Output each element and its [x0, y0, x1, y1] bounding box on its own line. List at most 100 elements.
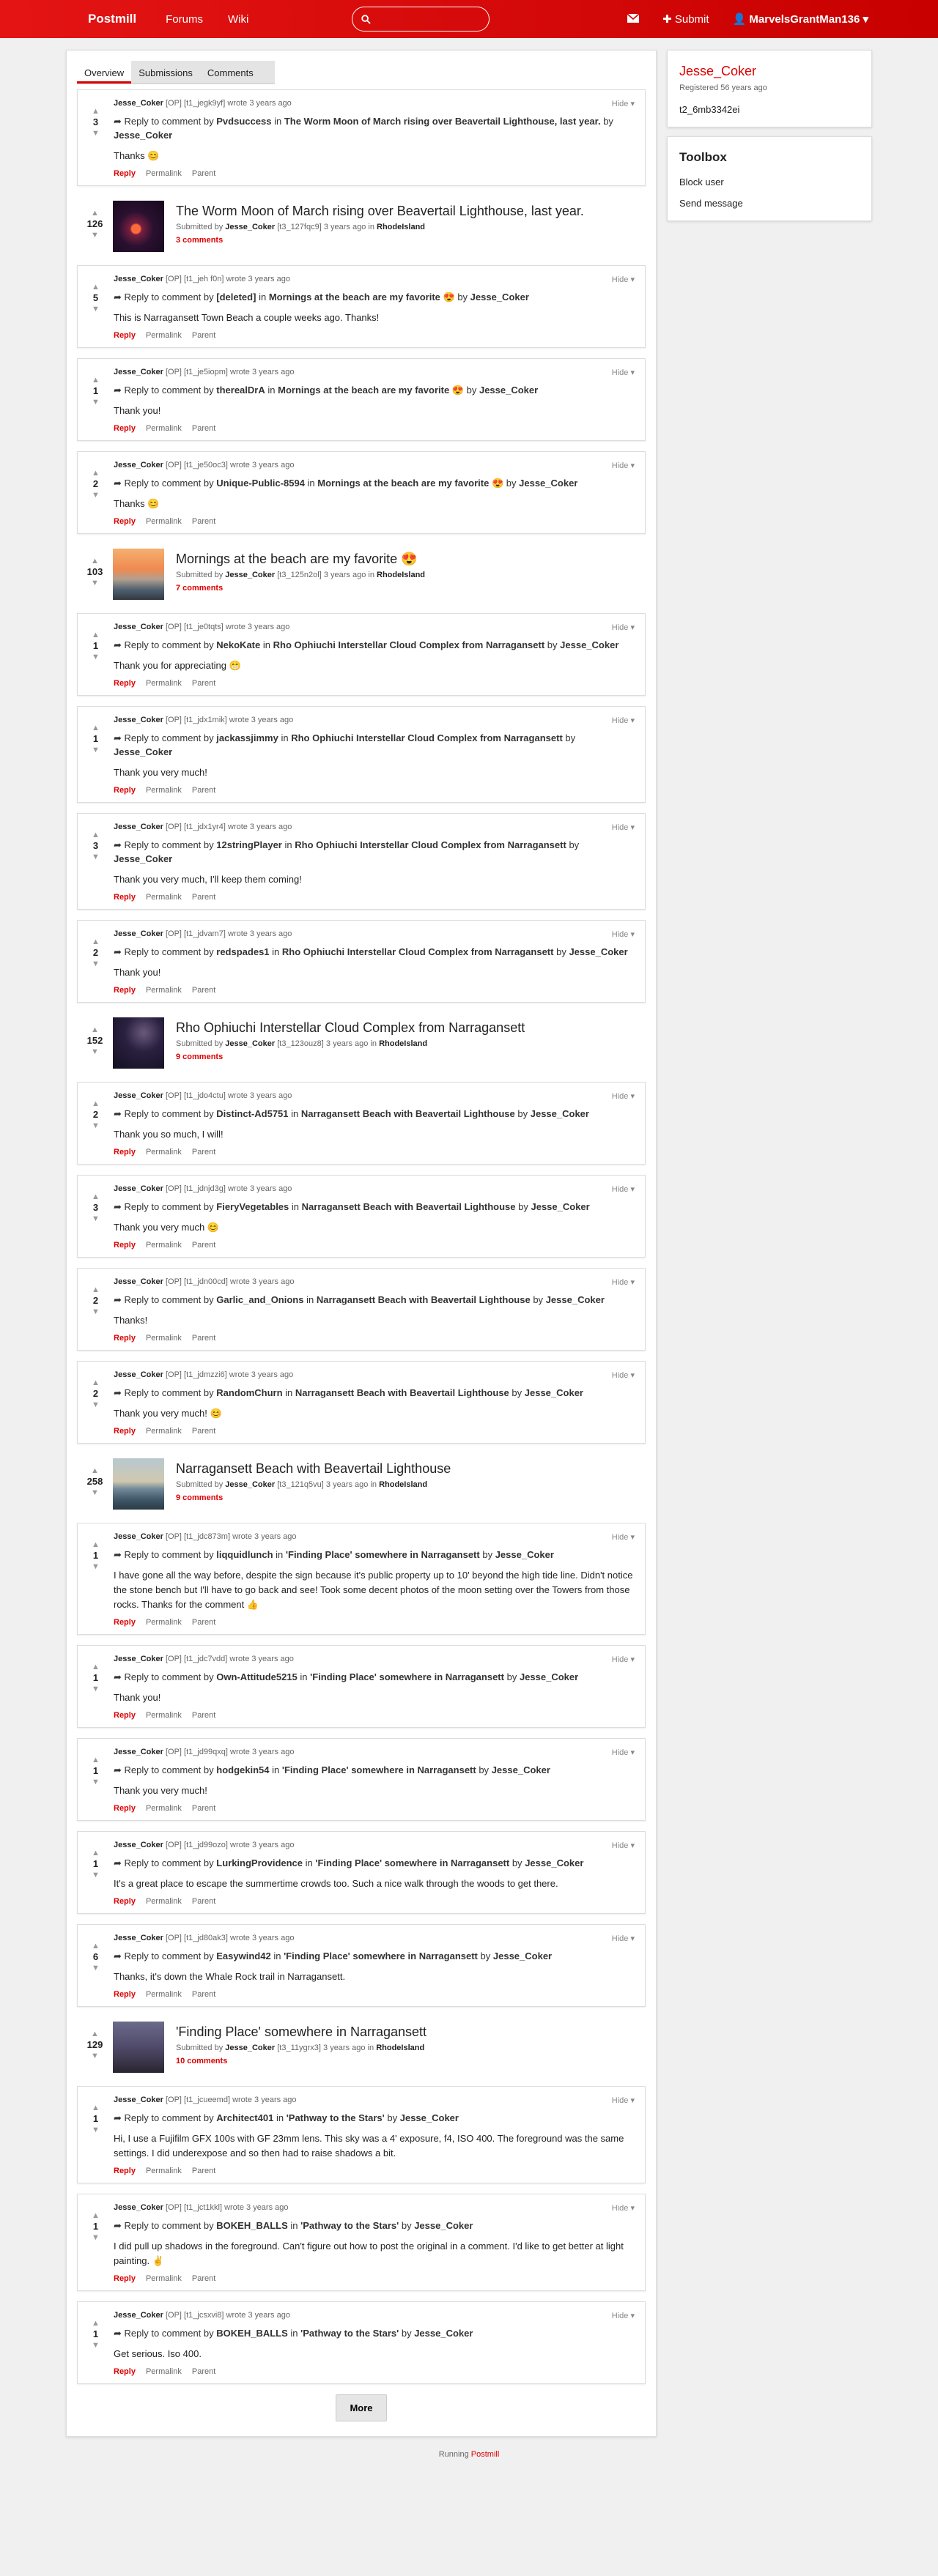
upvote-icon[interactable]: ▲ [92, 723, 100, 733]
comment-author[interactable]: Jesse_Coker [114, 1841, 163, 1849]
parent-link[interactable]: Parent [192, 679, 215, 688]
reply-button[interactable]: Reply [114, 1618, 136, 1627]
submission-author[interactable]: Jesse_Coker [225, 223, 275, 231]
upvote-icon[interactable]: ▲ [92, 1285, 100, 1295]
upvote-icon[interactable]: ▲ [91, 1466, 99, 1476]
parent-author[interactable]: redspades1 [216, 946, 269, 957]
permalink-link[interactable]: Permalink [146, 893, 182, 902]
upvote-icon[interactable]: ▲ [92, 1755, 100, 1765]
reply-button[interactable]: Reply [114, 679, 136, 688]
comment-author[interactable]: Jesse_Coker [114, 1655, 163, 1663]
submit-link[interactable]: ✚ Submit [662, 12, 709, 26]
hide-toggle[interactable]: Hide ▾ [612, 2096, 635, 2105]
downvote-icon[interactable]: ▼ [92, 652, 100, 662]
upvote-icon[interactable]: ▲ [92, 1662, 100, 1672]
post-author[interactable]: Jesse_Coker [569, 946, 627, 957]
upvote-icon[interactable]: ▲ [92, 375, 100, 385]
downvote-icon[interactable]: ▼ [92, 1963, 100, 1973]
hide-toggle[interactable]: Hide ▾ [612, 716, 635, 725]
comment-author[interactable]: Jesse_Coker [114, 929, 163, 938]
parent-post-link[interactable]: Mornings at the beach are my favorite 😍 [317, 478, 503, 489]
reply-button[interactable]: Reply [114, 1990, 136, 1999]
upvote-icon[interactable]: ▲ [92, 2211, 100, 2221]
post-author[interactable]: Jesse_Coker [519, 478, 577, 489]
nav-link-wiki[interactable]: Wiki [228, 13, 248, 26]
post-author[interactable]: Jesse_Coker [520, 1671, 578, 1682]
upvote-icon[interactable]: ▲ [92, 1099, 100, 1109]
downvote-icon[interactable]: ▼ [92, 1121, 100, 1131]
reply-button[interactable]: Reply [114, 1897, 136, 1906]
permalink-link[interactable]: Permalink [146, 1241, 182, 1250]
upvote-icon[interactable]: ▲ [92, 2318, 100, 2328]
submission-thumbnail[interactable] [113, 1458, 164, 1510]
comment-author[interactable]: Jesse_Coker [114, 2311, 163, 2320]
downvote-icon[interactable]: ▼ [92, 852, 100, 862]
post-author[interactable]: Jesse_Coker [470, 292, 529, 302]
downvote-icon[interactable]: ▼ [92, 745, 100, 755]
parent-post-link[interactable]: Narragansett Beach with Beavertail Light… [295, 1387, 509, 1398]
post-author[interactable]: Jesse_Coker [560, 639, 618, 650]
search-box[interactable] [352, 7, 490, 31]
submission-title[interactable]: Mornings at the beach are my favorite 😍 [176, 551, 425, 567]
submission-thumbnail[interactable] [113, 549, 164, 600]
post-author[interactable]: Jesse_Coker [414, 2328, 473, 2339]
forum-link[interactable]: RhodeIsland [376, 2044, 424, 2052]
hide-toggle[interactable]: Hide ▾ [612, 2311, 635, 2320]
comment-author[interactable]: Jesse_Coker [114, 2203, 163, 2212]
post-author[interactable]: Jesse_Coker [531, 1201, 589, 1212]
upvote-icon[interactable]: ▲ [92, 1941, 100, 1951]
parent-author[interactable]: jackassjimmy [216, 732, 278, 743]
parent-link[interactable]: Parent [192, 517, 215, 526]
downvote-icon[interactable]: ▼ [92, 2125, 100, 2135]
comment-author[interactable]: Jesse_Coker [114, 99, 163, 108]
post-author[interactable]: Jesse_Coker [525, 1857, 583, 1868]
downvote-icon[interactable]: ▼ [91, 230, 99, 240]
parent-author[interactable]: Pvdsuccess [216, 116, 271, 127]
submission-author[interactable]: Jesse_Coker [225, 1480, 275, 1489]
post-author[interactable]: Jesse_Coker [114, 746, 172, 757]
upvote-icon[interactable]: ▲ [91, 1025, 99, 1035]
permalink-link[interactable]: Permalink [146, 1618, 182, 1627]
permalink-link[interactable]: Permalink [146, 786, 182, 795]
post-author[interactable]: Jesse_Coker [495, 1549, 554, 1560]
parent-post-link[interactable]: Rho Ophiuchi Interstellar Cloud Complex … [282, 946, 554, 957]
hide-toggle[interactable]: Hide ▾ [612, 2203, 635, 2213]
downvote-icon[interactable]: ▼ [92, 1870, 100, 1880]
reply-button[interactable]: Reply [114, 517, 136, 526]
downvote-icon[interactable]: ▼ [91, 2051, 99, 2061]
upvote-icon[interactable]: ▲ [91, 208, 99, 218]
post-author[interactable]: Jesse_Coker [492, 1764, 550, 1775]
submission-author[interactable]: Jesse_Coker [225, 1039, 275, 1048]
forum-link[interactable]: RhodeIsland [377, 571, 425, 579]
reply-button[interactable]: Reply [114, 786, 136, 795]
parent-author[interactable]: FieryVegetables [216, 1201, 289, 1212]
parent-link[interactable]: Parent [192, 424, 215, 433]
reply-button[interactable]: Reply [114, 2274, 136, 2283]
brand-link[interactable]: Postmill [88, 12, 136, 26]
tab-comments[interactable]: Comments [200, 61, 261, 83]
permalink-link[interactable]: Permalink [146, 1334, 182, 1343]
parent-post-link[interactable]: 'Finding Place' somewhere in Narraganset… [282, 1764, 476, 1775]
parent-link[interactable]: Parent [192, 1618, 215, 1627]
permalink-link[interactable]: Permalink [146, 2167, 182, 2175]
parent-author[interactable]: LurkingProvidence [216, 1857, 303, 1868]
reply-button[interactable]: Reply [114, 1148, 136, 1157]
forum-link[interactable]: RhodeIsland [379, 1039, 427, 1048]
tab-submissions[interactable]: Submissions [131, 61, 200, 83]
hide-toggle[interactable]: Hide ▾ [612, 99, 635, 108]
comment-count-link[interactable]: 9 comments [176, 1053, 525, 1061]
submission-author[interactable]: Jesse_Coker [225, 571, 275, 579]
downvote-icon[interactable]: ▼ [91, 1047, 99, 1057]
parent-author[interactable]: 12stringPlayer [216, 839, 282, 850]
forum-link[interactable]: RhodeIsland [379, 1480, 427, 1489]
post-author[interactable]: Jesse_Coker [493, 1950, 552, 1961]
upvote-icon[interactable]: ▲ [92, 1540, 100, 1550]
parent-link[interactable]: Parent [192, 1148, 215, 1157]
permalink-link[interactable]: Permalink [146, 169, 182, 178]
parent-post-link[interactable]: Narragansett Beach with Beavertail Light… [317, 1294, 531, 1305]
upvote-icon[interactable]: ▲ [92, 468, 100, 478]
more-button[interactable]: More [336, 2394, 387, 2421]
post-author[interactable]: Jesse_Coker [114, 130, 172, 141]
parent-post-link[interactable]: Mornings at the beach are my favorite 😍 [278, 385, 464, 396]
post-author[interactable]: Jesse_Coker [525, 1387, 583, 1398]
